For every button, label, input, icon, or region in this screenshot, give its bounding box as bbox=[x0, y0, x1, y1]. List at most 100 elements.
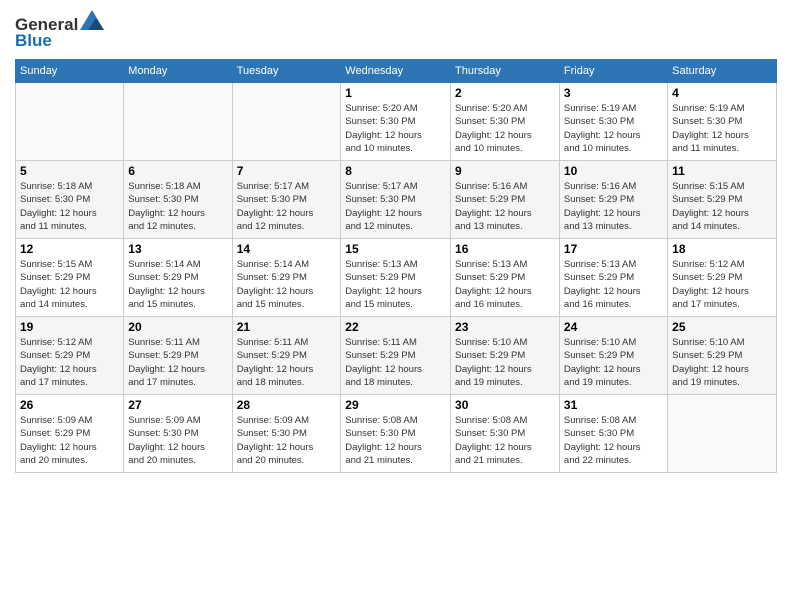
calendar-cell: 31 Sunrise: 5:08 AM Sunset: 5:30 PM Dayli… bbox=[559, 395, 667, 473]
day-info: Sunrise: 5:20 AM Sunset: 5:30 PM Dayligh… bbox=[345, 102, 446, 155]
week-row-3: 12Sunrise: 5:15 AM Sunset: 5:29 PM Dayli… bbox=[16, 239, 777, 317]
calendar-cell: 30 Sunrise: 5:08 AM Sunset: 5:30 PM Dayli… bbox=[451, 395, 560, 473]
day-info: Sunrise: 5:11 AM Sunset: 5:29 PM Dayligh… bbox=[237, 336, 337, 389]
day-info: Sunrise: 5:08 AM Sunset: 5:30 PM Dayligh… bbox=[455, 414, 555, 467]
calendar-cell: 10Sunrise: 5:16 AM Sunset: 5:29 PM Dayli… bbox=[559, 161, 667, 239]
day-number: 16 bbox=[455, 242, 555, 256]
day-number: 10 bbox=[564, 164, 663, 178]
day-number: 13 bbox=[128, 242, 227, 256]
calendar-cell: 19 Sunrise: 5:12 AM Sunset: 5:29 PM Dayli… bbox=[16, 317, 124, 395]
week-row-4: 19 Sunrise: 5:12 AM Sunset: 5:29 PM Dayli… bbox=[16, 317, 777, 395]
calendar-cell: 23Sunrise: 5:10 AM Sunset: 5:29 PM Dayli… bbox=[451, 317, 560, 395]
day-info: Sunrise: 5:09 AM Sunset: 5:30 PM Dayligh… bbox=[128, 414, 227, 467]
day-number: 5 bbox=[20, 164, 119, 178]
calendar-table: SundayMondayTuesdayWednesdayThursdayFrid… bbox=[15, 59, 777, 473]
calendar-cell bbox=[668, 395, 777, 473]
day-number: 25 bbox=[672, 320, 772, 334]
calendar-cell: 2 Sunrise: 5:20 AM Sunset: 5:30 PM Daylig… bbox=[451, 83, 560, 161]
day-info: Sunrise: 5:17 AM Sunset: 5:30 PM Dayligh… bbox=[237, 180, 337, 233]
day-number: 27 bbox=[128, 398, 227, 412]
day-info: Sunrise: 5:20 AM Sunset: 5:30 PM Dayligh… bbox=[455, 102, 555, 155]
day-info: Sunrise: 5:13 AM Sunset: 5:29 PM Dayligh… bbox=[345, 258, 446, 311]
day-info: Sunrise: 5:12 AM Sunset: 5:29 PM Dayligh… bbox=[672, 258, 772, 311]
header: General Blue bbox=[15, 10, 777, 51]
weekday-header-wednesday: Wednesday bbox=[341, 60, 451, 83]
day-number: 1 bbox=[345, 86, 446, 100]
week-row-2: 5 Sunrise: 5:18 AM Sunset: 5:30 PM Daylig… bbox=[16, 161, 777, 239]
day-number: 6 bbox=[128, 164, 227, 178]
day-number: 3 bbox=[564, 86, 663, 100]
calendar-cell: 4 Sunrise: 5:19 AM Sunset: 5:30 PM Daylig… bbox=[668, 83, 777, 161]
day-number: 20 bbox=[128, 320, 227, 334]
weekday-header-saturday: Saturday bbox=[668, 60, 777, 83]
day-number: 8 bbox=[345, 164, 446, 178]
day-number: 26 bbox=[20, 398, 119, 412]
calendar-cell: 16 Sunrise: 5:13 AM Sunset: 5:29 PM Dayli… bbox=[451, 239, 560, 317]
calendar-body: 1 Sunrise: 5:20 AM Sunset: 5:30 PM Daylig… bbox=[16, 83, 777, 473]
day-info: Sunrise: 5:08 AM Sunset: 5:30 PM Dayligh… bbox=[564, 414, 663, 467]
day-number: 14 bbox=[237, 242, 337, 256]
weekday-header-thursday: Thursday bbox=[451, 60, 560, 83]
calendar-cell bbox=[16, 83, 124, 161]
day-info: Sunrise: 5:12 AM Sunset: 5:29 PM Dayligh… bbox=[20, 336, 119, 389]
day-info: Sunrise: 5:11 AM Sunset: 5:29 PM Dayligh… bbox=[345, 336, 446, 389]
day-number: 2 bbox=[455, 86, 555, 100]
calendar-cell: 8 Sunrise: 5:17 AM Sunset: 5:30 PM Daylig… bbox=[341, 161, 451, 239]
calendar-cell: 12Sunrise: 5:15 AM Sunset: 5:29 PM Dayli… bbox=[16, 239, 124, 317]
calendar-cell: 24 Sunrise: 5:10 AM Sunset: 5:29 PM Dayli… bbox=[559, 317, 667, 395]
calendar-header: SundayMondayTuesdayWednesdayThursdayFrid… bbox=[16, 60, 777, 83]
day-number: 7 bbox=[237, 164, 337, 178]
calendar-cell: 7 Sunrise: 5:17 AM Sunset: 5:30 PM Daylig… bbox=[232, 161, 341, 239]
day-number: 17 bbox=[564, 242, 663, 256]
calendar-cell: 6Sunrise: 5:18 AM Sunset: 5:30 PM Daylig… bbox=[124, 161, 232, 239]
day-info: Sunrise: 5:18 AM Sunset: 5:30 PM Dayligh… bbox=[20, 180, 119, 233]
day-info: Sunrise: 5:19 AM Sunset: 5:30 PM Dayligh… bbox=[564, 102, 663, 155]
day-number: 23 bbox=[455, 320, 555, 334]
calendar-cell: 26 Sunrise: 5:09 AM Sunset: 5:29 PM Dayli… bbox=[16, 395, 124, 473]
day-info: Sunrise: 5:16 AM Sunset: 5:29 PM Dayligh… bbox=[455, 180, 555, 233]
weekday-header-monday: Monday bbox=[124, 60, 232, 83]
day-number: 31 bbox=[564, 398, 663, 412]
day-number: 4 bbox=[672, 86, 772, 100]
calendar-cell: 28Sunrise: 5:09 AM Sunset: 5:30 PM Dayli… bbox=[232, 395, 341, 473]
calendar-cell: 11 Sunrise: 5:15 AM Sunset: 5:29 PM Dayli… bbox=[668, 161, 777, 239]
day-info: Sunrise: 5:10 AM Sunset: 5:29 PM Dayligh… bbox=[564, 336, 663, 389]
calendar-cell: 13 Sunrise: 5:14 AM Sunset: 5:29 PM Dayli… bbox=[124, 239, 232, 317]
calendar-cell: 1 Sunrise: 5:20 AM Sunset: 5:30 PM Daylig… bbox=[341, 83, 451, 161]
day-info: Sunrise: 5:15 AM Sunset: 5:29 PM Dayligh… bbox=[20, 258, 119, 311]
weekday-header-sunday: Sunday bbox=[16, 60, 124, 83]
calendar-cell: 9 Sunrise: 5:16 AM Sunset: 5:29 PM Daylig… bbox=[451, 161, 560, 239]
day-number: 30 bbox=[455, 398, 555, 412]
day-number: 24 bbox=[564, 320, 663, 334]
day-info: Sunrise: 5:13 AM Sunset: 5:29 PM Dayligh… bbox=[564, 258, 663, 311]
calendar-cell: 18 Sunrise: 5:12 AM Sunset: 5:29 PM Dayli… bbox=[668, 239, 777, 317]
week-row-5: 26 Sunrise: 5:09 AM Sunset: 5:29 PM Dayli… bbox=[16, 395, 777, 473]
day-info: Sunrise: 5:09 AM Sunset: 5:29 PM Dayligh… bbox=[20, 414, 119, 467]
weekday-header-friday: Friday bbox=[559, 60, 667, 83]
day-number: 18 bbox=[672, 242, 772, 256]
calendar-cell: 27 Sunrise: 5:09 AM Sunset: 5:30 PM Dayli… bbox=[124, 395, 232, 473]
day-info: Sunrise: 5:09 AM Sunset: 5:30 PM Dayligh… bbox=[237, 414, 337, 467]
calendar-cell bbox=[124, 83, 232, 161]
day-info: Sunrise: 5:10 AM Sunset: 5:29 PM Dayligh… bbox=[672, 336, 772, 389]
calendar-cell: 21 Sunrise: 5:11 AM Sunset: 5:29 PM Dayli… bbox=[232, 317, 341, 395]
logo: General Blue bbox=[15, 10, 104, 51]
day-number: 9 bbox=[455, 164, 555, 178]
day-info: Sunrise: 5:13 AM Sunset: 5:29 PM Dayligh… bbox=[455, 258, 555, 311]
calendar-cell: 3 Sunrise: 5:19 AM Sunset: 5:30 PM Daylig… bbox=[559, 83, 667, 161]
calendar-cell: 15Sunrise: 5:13 AM Sunset: 5:29 PM Dayli… bbox=[341, 239, 451, 317]
day-info: Sunrise: 5:15 AM Sunset: 5:29 PM Dayligh… bbox=[672, 180, 772, 233]
logo-text: General Blue bbox=[15, 10, 104, 51]
day-number: 21 bbox=[237, 320, 337, 334]
day-number: 11 bbox=[672, 164, 772, 178]
calendar-cell bbox=[232, 83, 341, 161]
calendar-cell: 14 Sunrise: 5:14 AM Sunset: 5:29 PM Dayli… bbox=[232, 239, 341, 317]
day-number: 19 bbox=[20, 320, 119, 334]
logo-icon bbox=[80, 10, 104, 30]
day-info: Sunrise: 5:14 AM Sunset: 5:29 PM Dayligh… bbox=[128, 258, 227, 311]
day-number: 29 bbox=[345, 398, 446, 412]
day-info: Sunrise: 5:17 AM Sunset: 5:30 PM Dayligh… bbox=[345, 180, 446, 233]
day-info: Sunrise: 5:14 AM Sunset: 5:29 PM Dayligh… bbox=[237, 258, 337, 311]
day-info: Sunrise: 5:19 AM Sunset: 5:30 PM Dayligh… bbox=[672, 102, 772, 155]
calendar-cell: 25 Sunrise: 5:10 AM Sunset: 5:29 PM Dayli… bbox=[668, 317, 777, 395]
